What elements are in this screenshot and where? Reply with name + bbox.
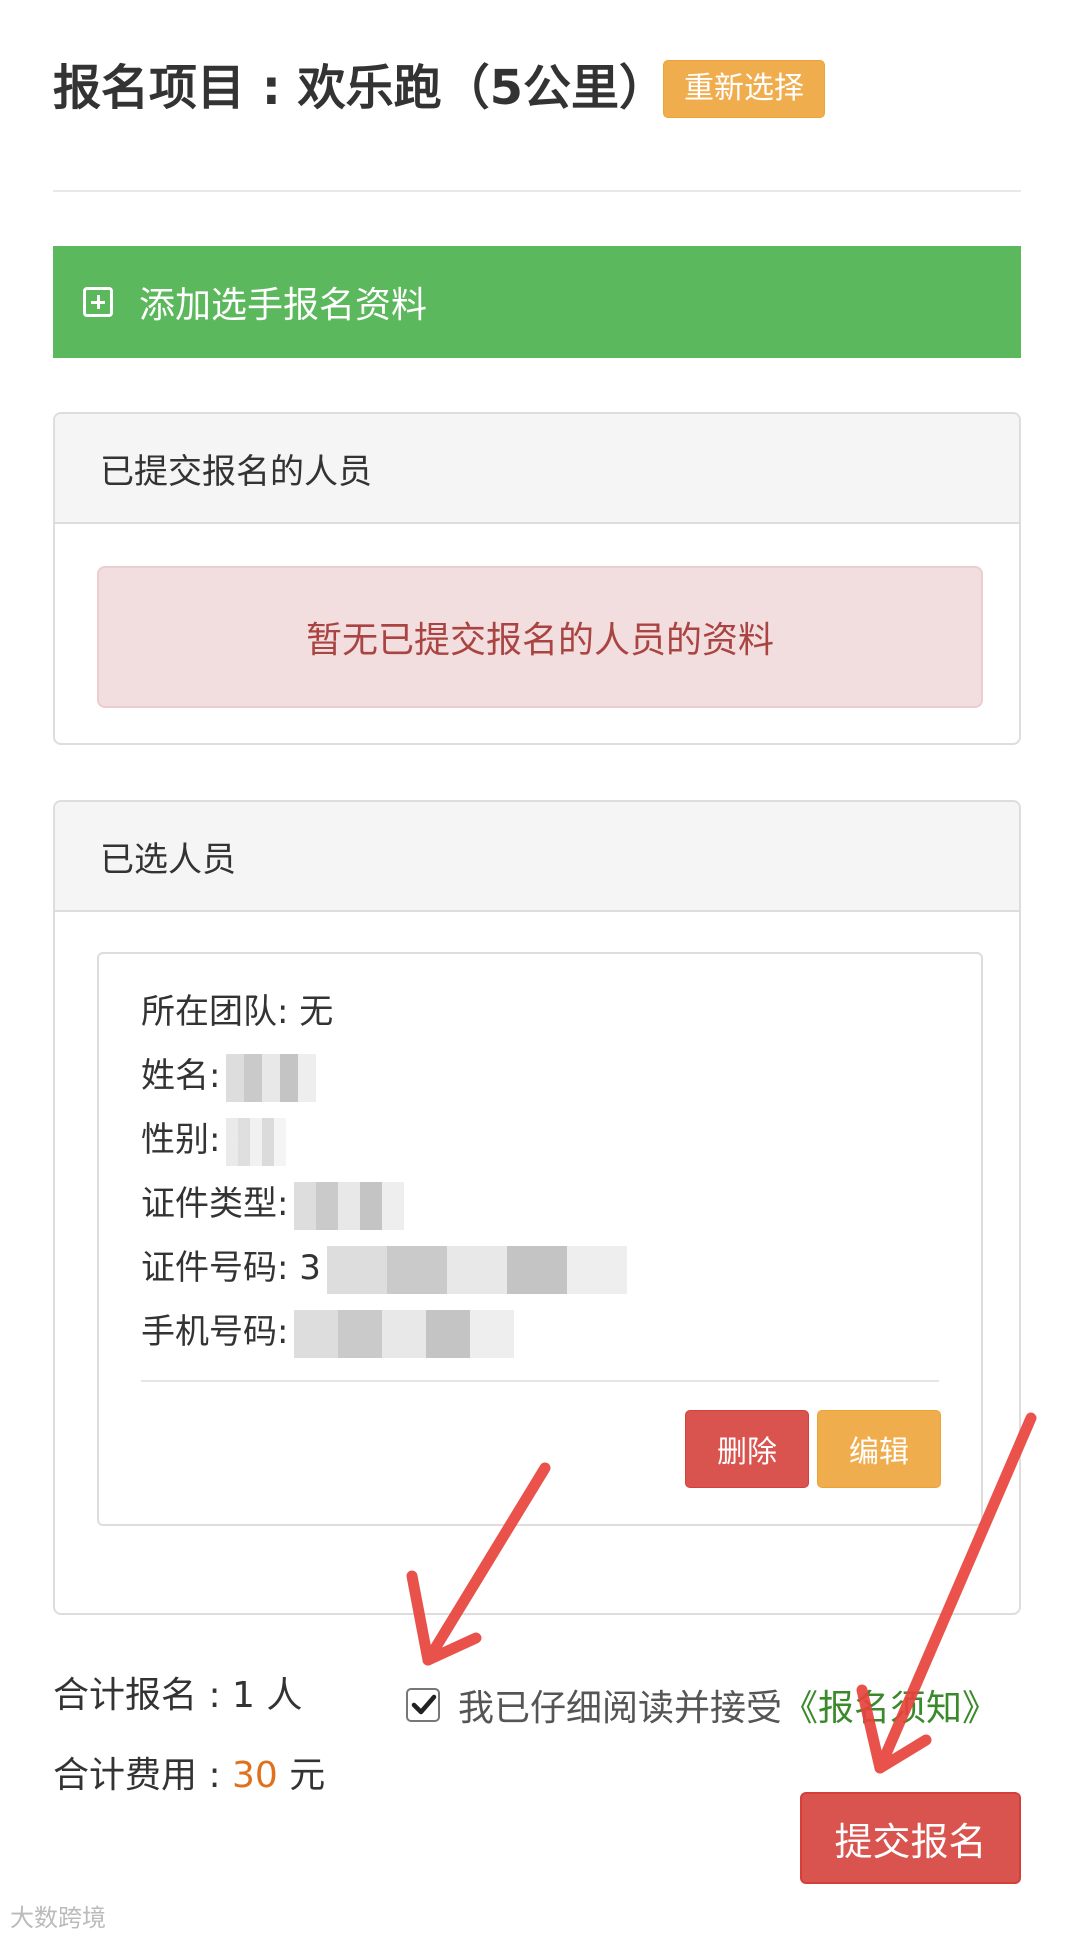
id-number-label: 证件号码: 3 bbox=[141, 1248, 321, 1288]
team-label: 所在团队: 无 bbox=[141, 992, 334, 1032]
add-participant-label: 添加选手报名资料 bbox=[139, 285, 428, 326]
card-divider bbox=[141, 1380, 939, 1382]
id-number-field: 证件号码: 3 bbox=[141, 1240, 627, 1294]
total-fee-suffix: 元 bbox=[277, 1755, 326, 1796]
agreement-checkbox[interactable] bbox=[406, 1688, 440, 1722]
edit-button[interactable]: 编辑 bbox=[817, 1410, 941, 1488]
checkmark-icon bbox=[411, 1694, 437, 1715]
total-fee: 合计费用 : 30 元 bbox=[53, 1746, 325, 1798]
add-participant-button[interactable]: 添加选手报名资料 bbox=[53, 246, 1021, 358]
panel-heading: 已提交报名的人员 bbox=[55, 414, 1019, 524]
name-label: 姓名: bbox=[141, 1056, 221, 1096]
selected-participants-panel: 已选人员 所在团队: 无 姓名: 性别: 证件类型: 证件号码: 3 手机号码:… bbox=[53, 800, 1021, 1615]
submitted-participants-panel: 已提交报名的人员 暂无已提交报名的人员的资料 bbox=[53, 412, 1021, 745]
id-type-label: 证件类型: bbox=[141, 1184, 289, 1224]
plus-square-icon bbox=[83, 287, 113, 317]
phone-label: 手机号码: bbox=[141, 1312, 289, 1352]
redacted-value bbox=[226, 1053, 317, 1102]
divider bbox=[53, 190, 1021, 192]
redacted-value bbox=[226, 1117, 287, 1166]
agreement-row: 我已仔细阅读并接受 《报名须知》 bbox=[406, 1680, 998, 1730]
registration-notice-link[interactable]: 《报名须知》 bbox=[782, 1679, 998, 1731]
total-count: 合计报名 : 1 人 bbox=[53, 1675, 303, 1716]
submit-registration-button[interactable]: 提交报名 bbox=[800, 1792, 1021, 1884]
id-type-field: 证件类型: bbox=[141, 1176, 405, 1230]
phone-field: 手机号码: bbox=[141, 1304, 515, 1358]
total-fee-prefix: 合计费用 : bbox=[53, 1755, 233, 1796]
agreement-text: 我已仔细阅读并接受 bbox=[458, 1688, 783, 1729]
panel-heading: 已选人员 bbox=[55, 802, 1019, 912]
redacted-value bbox=[294, 1181, 405, 1230]
watermark: 大数跨境 bbox=[10, 1904, 106, 1932]
team-field: 所在团队: 无 bbox=[141, 984, 333, 1033]
total-fee-value: 30 bbox=[232, 1755, 278, 1796]
reselect-button[interactable]: 重新选择 bbox=[663, 60, 825, 118]
redacted-value bbox=[326, 1245, 627, 1294]
page-title: 报名项目 : 欢乐跑（5公里） bbox=[53, 60, 668, 116]
delete-button[interactable]: 删除 bbox=[685, 1410, 809, 1488]
participant-card: 所在团队: 无 姓名: 性别: 证件类型: 证件号码: 3 手机号码: 删除 编… bbox=[97, 952, 983, 1526]
gender-label: 性别: bbox=[141, 1120, 221, 1160]
empty-alert: 暂无已提交报名的人员的资料 bbox=[97, 566, 983, 708]
redacted-value bbox=[294, 1309, 515, 1358]
name-field: 姓名: bbox=[141, 1048, 317, 1102]
gender-field: 性别: bbox=[141, 1112, 287, 1166]
